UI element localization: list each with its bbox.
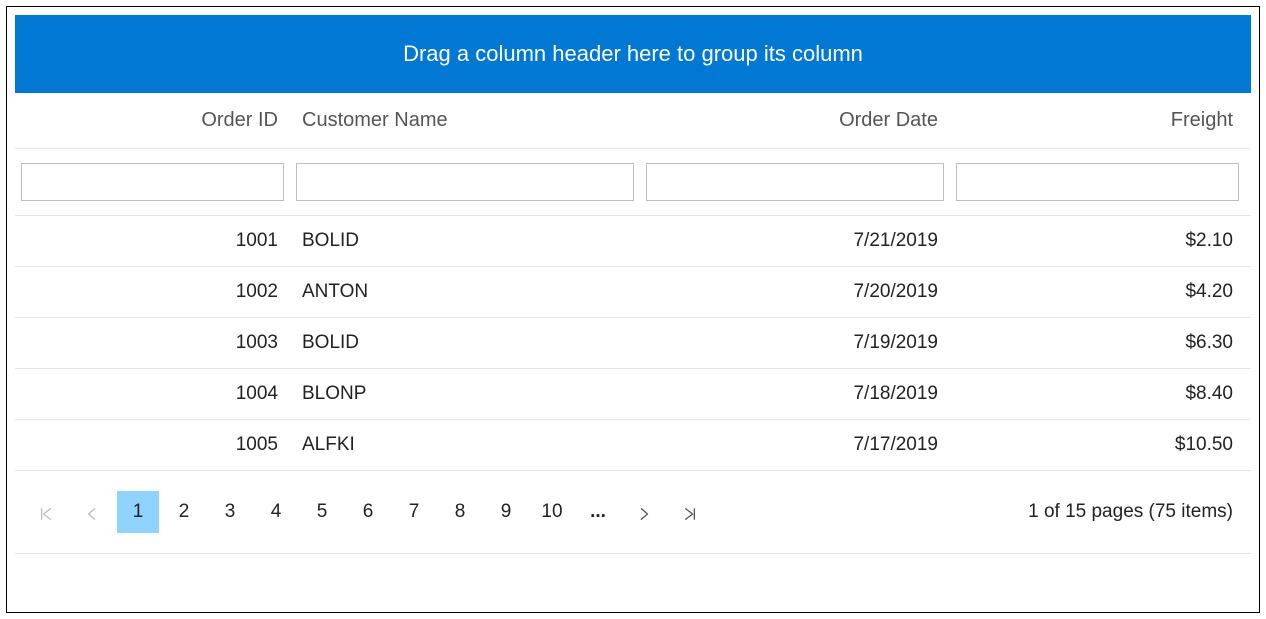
data-grid-container: Drag a column header here to group its c… — [6, 6, 1260, 613]
column-header-freight[interactable]: Freight — [950, 93, 1245, 148]
table-row[interactable]: 1001 BOLID 7/21/2019 $2.10 — [15, 216, 1251, 267]
cell-customer-name: ANTON — [290, 267, 640, 317]
pager-first-button[interactable] — [25, 491, 67, 533]
pager-page-button[interactable]: 2 — [163, 491, 205, 533]
cell-order-date: 7/19/2019 — [640, 318, 950, 368]
table-row[interactable]: 1002 ANTON 7/20/2019 $4.20 — [15, 267, 1251, 318]
cell-order-date: 7/20/2019 — [640, 267, 950, 317]
pager-page-button[interactable]: 8 — [439, 491, 481, 533]
column-header-customer-name[interactable]: Customer Name — [290, 93, 640, 148]
table-row[interactable]: 1004 BLONP 7/18/2019 $8.40 — [15, 369, 1251, 420]
pager-page-button[interactable]: 9 — [485, 491, 527, 533]
filter-input-freight[interactable] — [956, 163, 1239, 201]
column-header-order-date[interactable]: Order Date — [640, 93, 950, 148]
cell-order-id: 1002 — [15, 267, 290, 317]
table-row[interactable]: 1005 ALFKI 7/17/2019 $10.50 — [15, 420, 1251, 471]
cell-order-date: 7/21/2019 — [640, 216, 950, 266]
pager-last-button[interactable] — [669, 491, 711, 533]
group-drop-area[interactable]: Drag a column header here to group its c… — [15, 15, 1251, 93]
pager-page-button[interactable]: 6 — [347, 491, 389, 533]
group-drop-label: Drag a column header here to group its c… — [403, 41, 863, 66]
filter-input-order-id[interactable] — [21, 163, 284, 201]
pager-page-button[interactable]: 7 — [393, 491, 435, 533]
filter-input-order-date[interactable] — [646, 163, 944, 201]
cell-order-date: 7/17/2019 — [640, 420, 950, 470]
pager-page-button[interactable]: 3 — [209, 491, 251, 533]
header-row: Order ID Customer Name Order Date Freigh… — [15, 93, 1251, 149]
chevron-left-icon — [85, 505, 99, 519]
cell-order-date: 7/18/2019 — [640, 369, 950, 419]
pager-prev-button[interactable] — [71, 491, 113, 533]
cell-customer-name: BOLID — [290, 318, 640, 368]
cell-customer-name: ALFKI — [290, 420, 640, 470]
cell-order-id: 1001 — [15, 216, 290, 266]
pager-page-button[interactable]: 4 — [255, 491, 297, 533]
table-row[interactable]: 1003 BOLID 7/19/2019 $6.30 — [15, 318, 1251, 369]
chevron-right-icon — [637, 505, 651, 519]
cell-order-id: 1004 — [15, 369, 290, 419]
last-page-icon — [683, 505, 697, 519]
first-page-icon — [39, 505, 53, 519]
pager-page-button[interactable]: 5 — [301, 491, 343, 533]
cell-freight: $2.10 — [950, 216, 1245, 266]
pager-page-button[interactable]: 10 — [531, 491, 573, 533]
pager-ellipsis[interactable]: ... — [577, 491, 619, 533]
filter-input-customer-name[interactable] — [296, 163, 634, 201]
cell-customer-name: BLONP — [290, 369, 640, 419]
pager-page-button[interactable]: 1 — [117, 491, 159, 533]
pager-next-button[interactable] — [623, 491, 665, 533]
cell-freight: $6.30 — [950, 318, 1245, 368]
cell-freight: $8.40 — [950, 369, 1245, 419]
cell-order-id: 1005 — [15, 420, 290, 470]
data-grid: Order ID Customer Name Order Date Freigh… — [15, 93, 1251, 554]
cell-freight: $10.50 — [950, 420, 1245, 470]
column-header-order-id[interactable]: Order ID — [15, 93, 290, 148]
filter-row — [15, 149, 1251, 216]
cell-order-id: 1003 — [15, 318, 290, 368]
pager-info-label: 1 of 15 pages (75 items) — [1028, 501, 1241, 523]
pager: 1 2 3 4 5 6 7 8 9 10 ... — [15, 471, 1251, 554]
cell-customer-name: BOLID — [290, 216, 640, 266]
pager-nav: 1 2 3 4 5 6 7 8 9 10 ... — [25, 491, 1028, 533]
cell-freight: $4.20 — [950, 267, 1245, 317]
